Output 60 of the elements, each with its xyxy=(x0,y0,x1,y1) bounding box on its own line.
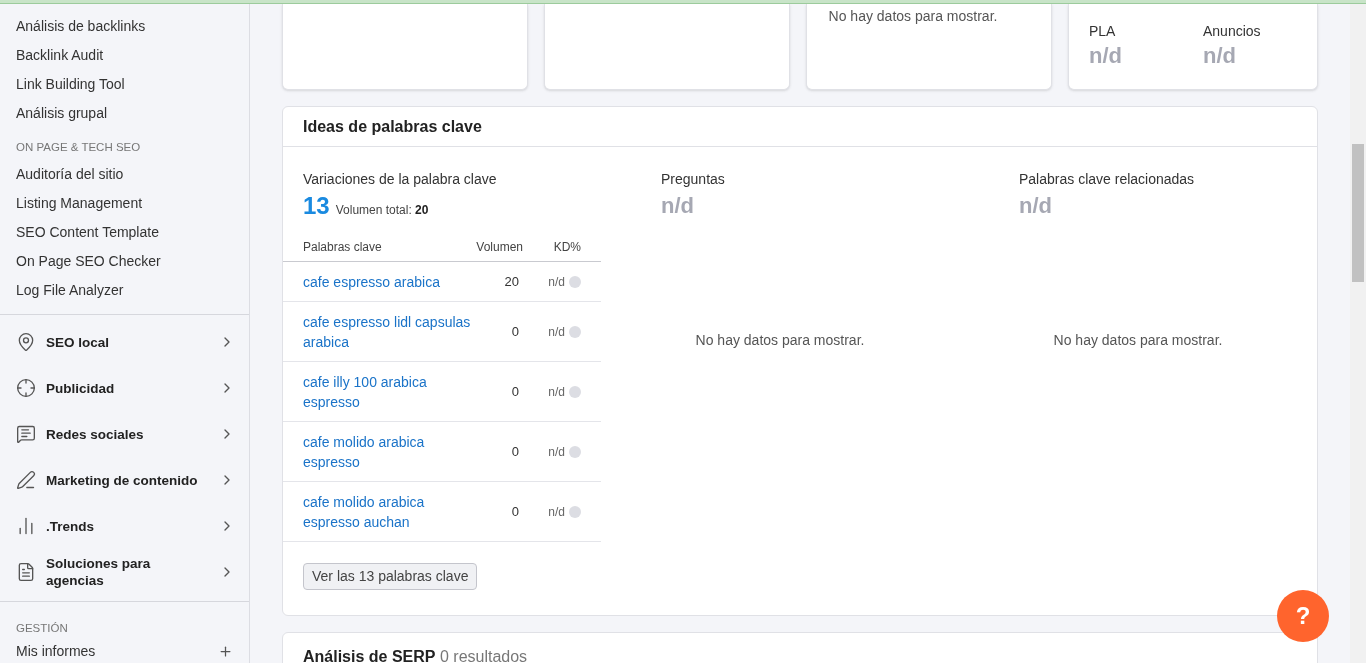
pencil-icon xyxy=(16,470,36,490)
column-title: Preguntas xyxy=(661,170,726,189)
column-title: Palabras clave relacionadas xyxy=(1019,170,1196,189)
kd-cell-text: n/d xyxy=(547,273,566,291)
kd-cell-text: n/d xyxy=(547,323,566,341)
sidebar-link[interactable]: Análisis grupal xyxy=(0,99,249,128)
volume-cell-text: 0 xyxy=(510,322,519,341)
volume-cell-text: 0 xyxy=(510,442,519,461)
column-header: Volumen xyxy=(475,238,523,256)
keyword-link[interactable]: cafe espresso lidl capsulas arabica xyxy=(303,311,483,352)
volume-cell-text: 0 xyxy=(510,502,519,521)
metric-value: n/d xyxy=(1019,192,1053,220)
kd-cell-text: n/d xyxy=(547,443,566,461)
keyword-link[interactable]: cafe espresso arabica xyxy=(303,271,483,292)
column-header: Palabras clave xyxy=(303,238,383,256)
sidebar-group[interactable]: Soluciones para agencias xyxy=(0,549,249,595)
location-pin-icon xyxy=(16,332,36,352)
metric-value: n/d xyxy=(1203,42,1237,70)
metric-value: n/d xyxy=(661,192,695,220)
volume-cell-text: 0 xyxy=(510,382,519,401)
section-heading: GESTIÓN xyxy=(15,621,69,637)
keyword-link[interactable]: cafe illy 100 arabica espresso xyxy=(303,371,483,412)
sidebar-link[interactable]: Listing Management xyxy=(0,189,249,218)
kd-cell-text: n/d xyxy=(547,503,566,521)
scrollbar[interactable] xyxy=(1350,4,1366,663)
sidebar-link[interactable]: Log File Analyzer xyxy=(0,276,249,305)
plus-icon xyxy=(218,643,233,659)
card-title: Ideas de palabras clave xyxy=(303,116,482,137)
total-volume: Volumen total: 20 xyxy=(335,202,429,219)
sidebar-link[interactable]: Auditoría del sitio xyxy=(0,160,249,189)
empty-message: No hay datos para mostrar. xyxy=(694,331,866,350)
sidebar-group[interactable]: SEO local xyxy=(0,319,249,365)
sidebar-link[interactable]: Análisis de backlinks xyxy=(0,12,249,41)
card-title: Análisis de SERP 0 resultados xyxy=(303,648,528,663)
kd-cell-text: n/d xyxy=(547,383,566,401)
sidebar-group[interactable]: Redes sociales xyxy=(0,411,249,457)
sidebar-link[interactable]: Link Building Tool xyxy=(0,70,249,99)
sidebar-link[interactable]: SEO Content Template xyxy=(0,218,249,247)
sidebar-group[interactable]: .Trends xyxy=(0,503,249,549)
sidebar-group[interactable]: Publicidad xyxy=(0,365,249,411)
keyword-link[interactable]: cafe molido arabica espresso auchan xyxy=(303,491,483,532)
metric-label: Anuncios xyxy=(1203,22,1262,41)
sidebar-link[interactable]: On Page SEO Checker xyxy=(0,247,249,276)
crosshair-icon xyxy=(16,378,36,398)
empty-message: No hay datos para mostrar. xyxy=(1052,331,1224,350)
column-header: KD% xyxy=(552,238,581,256)
column-title: Variaciones de la palabra clave xyxy=(302,170,498,189)
sidebar-link[interactable]: Backlink Audit xyxy=(0,41,249,70)
document-icon xyxy=(16,562,36,582)
metric-value: n/d xyxy=(1089,42,1123,70)
view-all-button[interactable]: Ver las 13 palabras clave xyxy=(303,563,478,590)
sidebar-link[interactable]: Mis informes xyxy=(0,638,249,663)
keyword-link[interactable]: cafe molido arabica espresso xyxy=(303,431,483,472)
keyword-count: 13 xyxy=(303,191,330,221)
chat-bubble-icon xyxy=(16,424,36,444)
sidebar-group[interactable]: Marketing de contenido xyxy=(0,457,249,503)
metric-label: PLA xyxy=(1089,22,1117,41)
section-heading: ON PAGE & TECH SEO xyxy=(15,140,142,156)
empty-message: No hay datos para mostrar. xyxy=(827,7,999,26)
volume-cell-text: 20 xyxy=(503,272,519,291)
